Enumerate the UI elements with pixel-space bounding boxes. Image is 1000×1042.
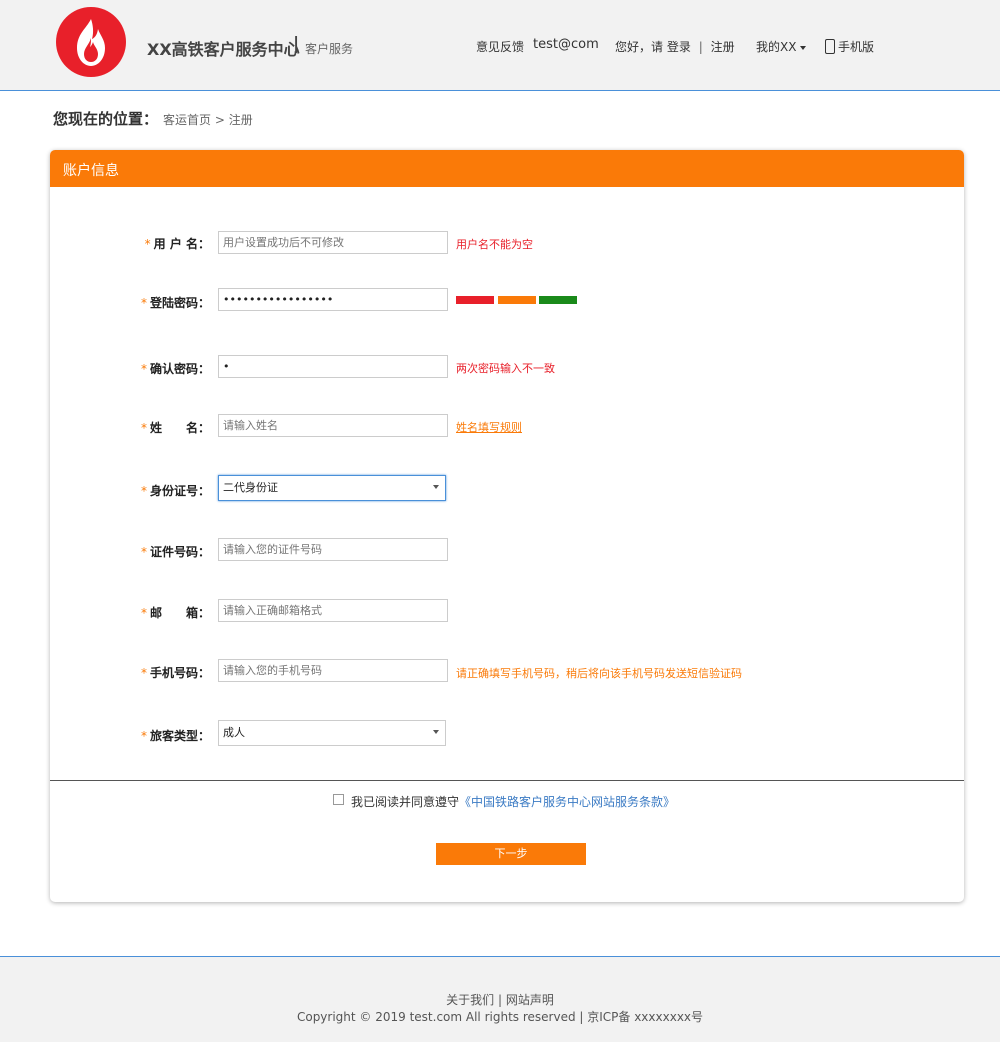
- phone-hint: 请正确填写手机号码，稍后将向该手机号码发送短信验证码: [456, 667, 742, 680]
- agreement-checkbox[interactable]: [333, 794, 344, 805]
- breadcrumb-home[interactable]: 客运首页: [163, 113, 211, 127]
- panel-title: 账户信息: [63, 163, 119, 179]
- account-info-panel: 账户信息: [50, 150, 964, 902]
- next-step-button[interactable]: 下一步: [436, 843, 586, 865]
- username-error: 用户名不能为空: [456, 238, 533, 251]
- my-account-label[interactable]: 我的XX: [756, 40, 796, 54]
- terms-link[interactable]: 《中国铁路客户服务中心网站服务条款》: [459, 795, 675, 809]
- breadcrumb-label: 您现在的位置：: [53, 110, 159, 128]
- footer-separator: |: [497, 993, 503, 1007]
- required-mark: *: [140, 606, 147, 620]
- confirm-password-label: * 确认密码：: [50, 360, 210, 377]
- user-nav: 您好，请 登录 | 注册: [615, 38, 735, 55]
- footer-links: 关于我们 | 网站声明: [0, 991, 1000, 1008]
- email-link[interactable]: test@com: [533, 37, 599, 52]
- confirm-password-error: 两次密码输入不一致: [456, 362, 555, 375]
- username-label-text: 用 户 名：: [153, 237, 210, 251]
- name-rules-link[interactable]: 姓名填写规则: [456, 419, 522, 435]
- breadcrumb: 客运首页 > 注册: [163, 111, 253, 128]
- site-footer: 关于我们 | 网站声明 Copyright © 2019 test.com Al…: [0, 956, 1000, 1042]
- email-label-text: 邮 箱：: [149, 606, 210, 620]
- passenger-type-select[interactable]: 成人: [218, 720, 446, 746]
- passenger-type-label: * 旅客类型：: [50, 727, 210, 744]
- required-mark: *: [140, 666, 147, 680]
- name-label-text: 姓 名：: [149, 421, 210, 435]
- name-input[interactable]: [218, 414, 448, 437]
- passenger-type-selected: 成人: [223, 726, 245, 739]
- feedback-link-text[interactable]: 意见反馈: [476, 40, 524, 54]
- chevron-down-icon[interactable]: [800, 45, 807, 50]
- feedback-link[interactable]: 意见反馈: [476, 38, 524, 55]
- login-link[interactable]: 登录: [667, 40, 691, 54]
- id-type-label: * 身份证号：: [50, 482, 210, 499]
- required-mark: *: [140, 484, 147, 498]
- title-separator: |: [293, 34, 300, 54]
- required-mark: *: [140, 421, 147, 435]
- mobile-version-link[interactable]: 手机版: [825, 38, 874, 55]
- site-title: XX高铁客户服务中心: [147, 40, 300, 59]
- id-type-selected: 二代身份证: [223, 481, 278, 494]
- phone-input[interactable]: [218, 659, 448, 682]
- id-number-label: * 证件号码：: [50, 543, 210, 560]
- required-mark: *: [144, 237, 151, 251]
- name-label: * 姓 名：: [50, 419, 210, 436]
- agreement-text: 我已阅读并同意遵守《中国铁路客户服务中心网站服务条款》: [351, 793, 675, 810]
- about-us-link[interactable]: 关于我们: [446, 993, 494, 1007]
- username-input[interactable]: [218, 231, 448, 254]
- breadcrumb-arrow: >: [214, 113, 225, 127]
- username-label: * 用 户 名：: [50, 235, 210, 252]
- my-account-dropdown[interactable]: 我的XX: [756, 38, 807, 55]
- password-label: * 登陆密码：: [50, 294, 210, 311]
- password-label-text: 登陆密码：: [149, 296, 210, 310]
- phone-icon[interactable]: [825, 39, 835, 54]
- nav-separator: |: [698, 40, 703, 54]
- phone-label: * 手机号码：: [50, 664, 210, 681]
- required-mark: *: [140, 362, 147, 376]
- email-label: * 邮 箱：: [50, 604, 210, 621]
- site-header: XX高铁客户服务中心 | 客户服务 意见反馈 test@com 您好，请 登录 …: [0, 0, 1000, 91]
- phone-label-text: 手机号码：: [149, 666, 210, 680]
- form-divider: [50, 780, 964, 781]
- mobile-label[interactable]: 手机版: [838, 40, 874, 54]
- email-input[interactable]: [218, 599, 448, 622]
- id-type-select[interactable]: 二代身份证: [218, 475, 446, 501]
- dropdown-arrow-icon: [433, 485, 439, 489]
- site-subtitle: 客户服务: [305, 42, 354, 56]
- dropdown-arrow-icon: [433, 730, 439, 734]
- site-statement-link[interactable]: 网站声明: [506, 993, 554, 1007]
- greeting-text: 您好，请: [615, 40, 664, 54]
- required-mark: *: [140, 296, 147, 310]
- email-link-text[interactable]: test@com: [533, 37, 599, 52]
- flame-icon[interactable]: [56, 7, 126, 77]
- required-mark: *: [140, 545, 147, 559]
- copyright-text: Copyright © 2019 test.com All rights res…: [296, 1010, 704, 1024]
- strength-weak-bar: [456, 296, 494, 304]
- register-link[interactable]: 注册: [711, 40, 735, 54]
- id-number-input[interactable]: [218, 538, 448, 561]
- panel-header: 账户信息: [50, 150, 964, 187]
- strength-medium-bar: [498, 296, 536, 304]
- id-type-label-text: 身份证号：: [149, 484, 210, 498]
- confirm-password-label-text: 确认密码：: [149, 362, 210, 376]
- confirm-password-input[interactable]: •: [218, 355, 448, 378]
- password-input[interactable]: •••••••••••••••••: [218, 288, 448, 311]
- agreement-label: 我已阅读并同意遵守: [351, 795, 460, 809]
- required-mark: *: [140, 729, 147, 743]
- passenger-type-label-text: 旅客类型：: [149, 729, 210, 743]
- breadcrumb-current: 注册: [228, 113, 253, 127]
- strength-strong-bar: [539, 296, 577, 304]
- id-number-label-text: 证件号码：: [149, 545, 210, 559]
